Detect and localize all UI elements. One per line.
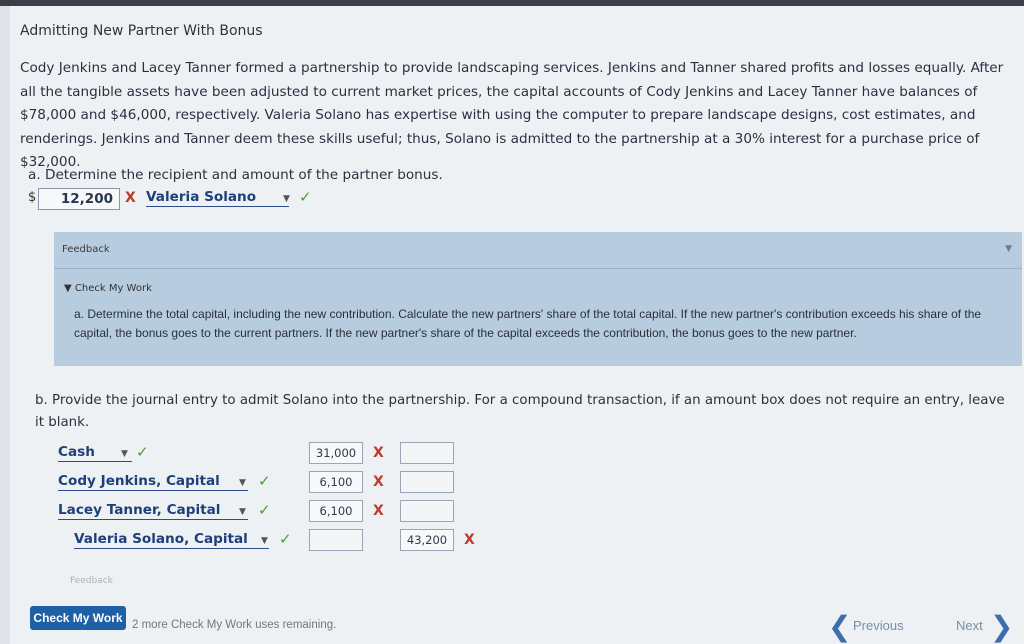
chevron-down-icon[interactable]: ▼: [239, 507, 246, 517]
check-my-work-toggle[interactable]: ▼ Check My Work: [64, 283, 152, 294]
chevron-down-icon[interactable]: ▼: [283, 194, 290, 204]
journal-account-select-2[interactable]: Cody Jenkins, Capital: [58, 472, 248, 491]
incorrect-icon: X: [464, 532, 475, 548]
journal-account-select-3[interactable]: Lacey Tanner, Capital: [58, 501, 248, 520]
bonus-amount-input[interactable]: 12,200: [38, 188, 120, 210]
correct-icon: ✓: [299, 188, 312, 206]
currency-symbol: $: [28, 190, 37, 205]
correct-icon: ✓: [258, 501, 271, 519]
faded-feedback-label: Feedback: [70, 576, 113, 586]
chevron-down-icon[interactable]: ▼: [121, 449, 128, 459]
debit-amount-input-4[interactable]: [309, 529, 363, 551]
triangle-down-icon: ▼: [64, 283, 72, 294]
part-b-question: b. Provide the journal entry to admit So…: [35, 393, 1005, 430]
correct-icon: ✓: [136, 443, 149, 461]
debit-amount-input-1[interactable]: 31,000: [309, 442, 363, 464]
incorrect-icon: X: [373, 503, 384, 519]
correct-icon: ✓: [279, 530, 292, 548]
page-title: Admitting New Partner With Bonus: [20, 23, 263, 39]
incorrect-icon: X: [373, 474, 384, 490]
incorrect-icon: X: [125, 190, 136, 206]
feedback-panel: Feedback ▼ ▼ Check My Work a. Determine …: [54, 232, 1022, 366]
incorrect-icon: X: [373, 445, 384, 461]
credit-amount-input-3[interactable]: [400, 500, 454, 522]
check-my-work-button[interactable]: Check My Work: [30, 606, 126, 630]
journal-account-value: Lacey Tanner, Capital: [58, 502, 221, 518]
correct-icon: ✓: [258, 472, 271, 490]
chevron-right-icon[interactable]: ❯: [990, 610, 1013, 643]
problem-statement: Cody Jenkins and Lacey Tanner formed a p…: [20, 60, 1004, 170]
check-my-work-label: Check My Work: [74, 283, 152, 294]
next-link[interactable]: Next: [956, 618, 983, 633]
debit-amount-input-3[interactable]: 6,100: [309, 500, 363, 522]
feedback-hint-text: a. Determine the total capital, includin…: [74, 307, 982, 340]
credit-amount-input-2[interactable]: [400, 471, 454, 493]
journal-account-value: Cody Jenkins, Capital: [58, 473, 220, 489]
feedback-header[interactable]: Feedback ▼: [54, 232, 1022, 269]
debit-amount-input-2[interactable]: 6,100: [309, 471, 363, 493]
bonus-recipient-value: Valeria Solano: [146, 189, 257, 205]
attempts-remaining-text: 2 more Check My Work uses remaining.: [132, 619, 337, 631]
chevron-down-icon[interactable]: ▼: [261, 536, 268, 546]
journal-account-value: Cash: [58, 444, 95, 460]
problem-page: Admitting New Partner With Bonus Cody Je…: [10, 6, 1024, 644]
chevron-left-icon[interactable]: ❮: [828, 610, 851, 643]
feedback-label: Feedback: [62, 244, 110, 255]
part-a-question: a. Determine the recipient and amount of…: [28, 167, 443, 183]
collapse-icon[interactable]: ▼: [1005, 244, 1012, 254]
chevron-down-icon[interactable]: ▼: [239, 478, 246, 488]
bonus-recipient-select[interactable]: Valeria Solano: [146, 188, 289, 207]
credit-amount-input-4[interactable]: 43,200: [400, 529, 454, 551]
credit-amount-input-1[interactable]: [400, 442, 454, 464]
previous-link[interactable]: Previous: [853, 618, 904, 633]
journal-account-select-4[interactable]: Valeria Solano, Capital: [74, 530, 269, 549]
journal-account-value: Valeria Solano, Capital: [74, 531, 248, 547]
